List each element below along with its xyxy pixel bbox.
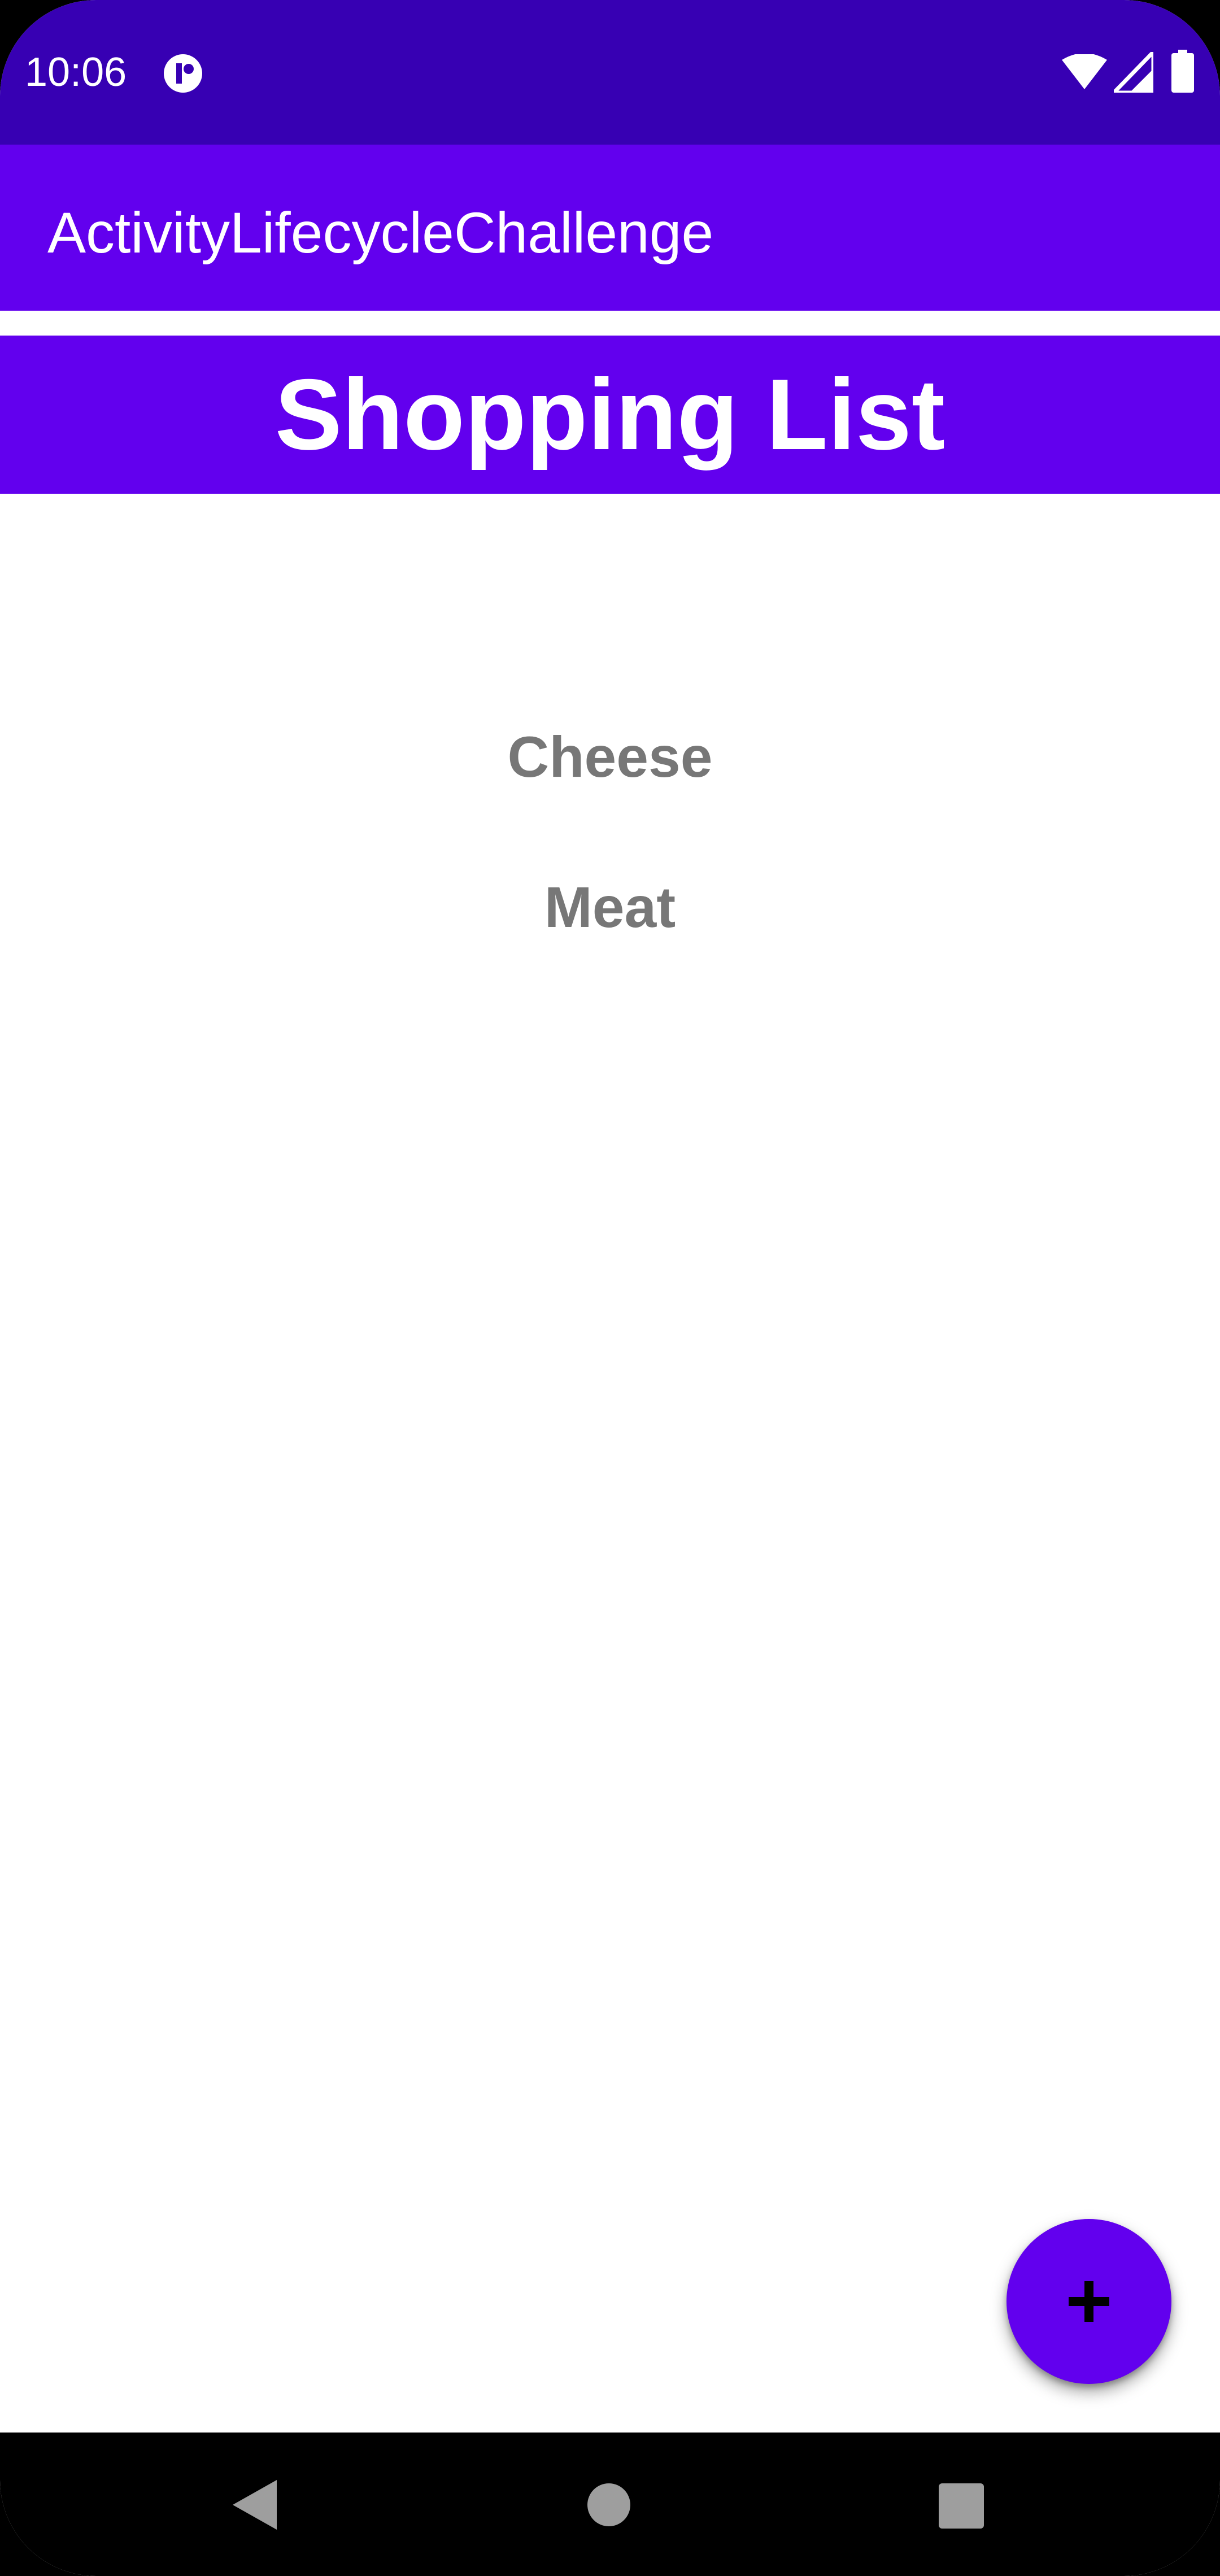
list-item[interactable]: Meat — [0, 862, 1220, 1012]
add-item-button[interactable] — [1006, 2219, 1171, 2384]
phone-screen: 10:06 ActivityLifecycleChallenge Shoppin… — [0, 0, 1220, 2576]
list-item[interactable]: Cheese — [0, 712, 1220, 862]
cellular-signal-icon — [1114, 52, 1153, 93]
status-bar: 10:06 — [0, 0, 1220, 145]
shopping-list-title: Shopping List — [274, 358, 945, 471]
app-title: ActivityLifecycleChallenge — [47, 201, 714, 265]
status-time: 10:06 — [25, 50, 127, 95]
battery-icon — [1171, 50, 1194, 93]
plus-icon — [1069, 2281, 1109, 2322]
home-icon[interactable] — [587, 2483, 630, 2526]
recents-icon[interactable] — [939, 2483, 984, 2529]
shopping-list: Cheese Meat — [0, 712, 1220, 1012]
app-notification-icon — [164, 54, 202, 93]
back-icon[interactable] — [233, 2480, 277, 2530]
navigation-bar — [0, 2433, 1220, 2576]
wifi-icon — [1062, 54, 1107, 89]
app-bar: ActivityLifecycleChallenge — [0, 145, 1220, 311]
shopping-list-header: Shopping List — [0, 336, 1220, 494]
